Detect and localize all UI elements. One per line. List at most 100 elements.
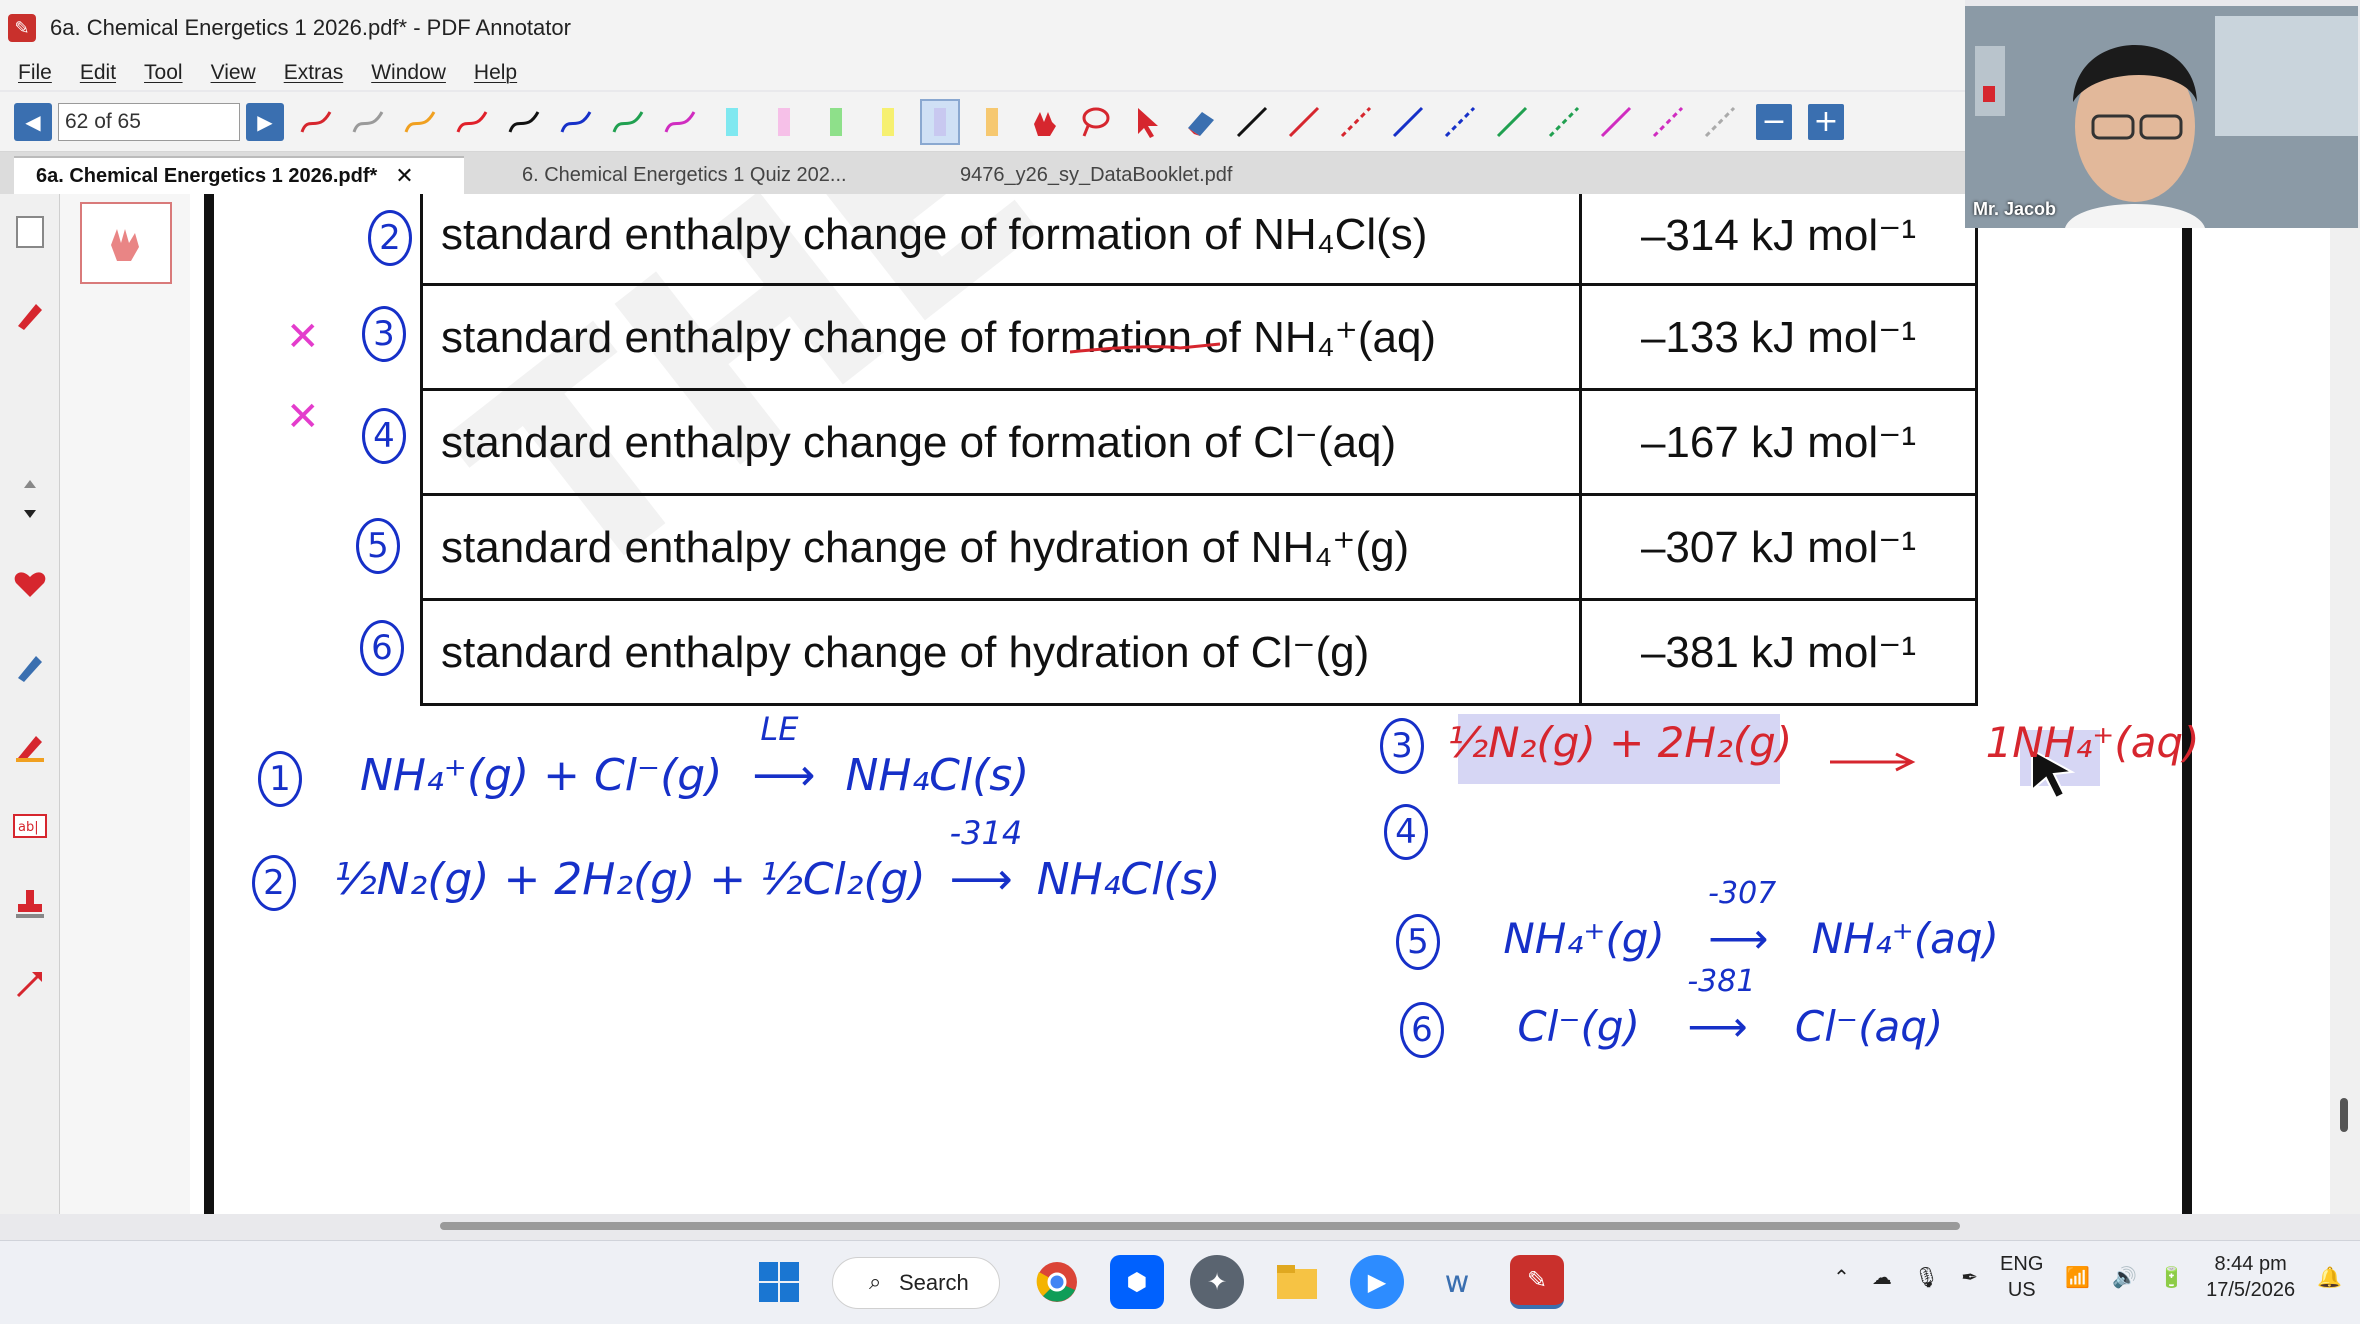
language-label: ENG: [2000, 1253, 2044, 1275]
language-indicator[interactable]: ENG US: [2000, 1251, 2043, 1303]
menu-bar: File Edit Tool View Extras Window Help: [0, 56, 1965, 90]
pen-icon[interactable]: ✒: [1961, 1265, 1978, 1289]
tab-label: 6a. Chemical Energetics 1 2026.pdf*: [36, 164, 378, 187]
page-number-input[interactable]: 62 of 65: [58, 102, 240, 141]
cloud-icon[interactable]: ☁: [1872, 1265, 1892, 1289]
ink-layer: [1069, 342, 2100, 800]
windows-start-icon[interactable]: [752, 1255, 806, 1309]
tab-quiz[interactable]: 6. Chemical Energetics 1 Quiz 202...: [500, 156, 900, 194]
eraser-icon[interactable]: [1180, 99, 1220, 145]
chrome-icon[interactable]: [1030, 1255, 1084, 1309]
pen-red-icon[interactable]: [296, 99, 336, 145]
highlighter-pink-icon[interactable]: [764, 99, 804, 145]
taskbar: ⌕ Search ⬢ ✦ ▶ w ✎ ⌃ ☁ 🎙 ✒ ENG US 📶 🔊 🔋: [0, 1240, 2360, 1324]
favorite-icon[interactable]: [10, 564, 50, 604]
clock[interactable]: 8:44 pm 17/5/2026: [2206, 1251, 2295, 1303]
taskbar-search[interactable]: ⌕ Search: [832, 1257, 1000, 1309]
microphone-icon[interactable]: 🎙: [1914, 1265, 1939, 1289]
red-underline: [1069, 342, 1221, 354]
region-label: US: [2007, 1279, 2036, 1301]
menu-edit[interactable]: Edit: [80, 61, 116, 85]
pen-red2-icon[interactable]: [452, 99, 492, 145]
lasso-icon[interactable]: [1076, 99, 1116, 145]
tab-label: 6. Chemical Energetics 1 Quiz 202...: [522, 163, 847, 186]
pen-green-icon[interactable]: [608, 99, 648, 145]
line-black-icon[interactable]: [1232, 99, 1272, 145]
chevron-up-icon[interactable]: ⌃: [1833, 1265, 1850, 1289]
line-red-icon[interactable]: [1284, 99, 1324, 145]
pen-orange-icon[interactable]: [400, 99, 440, 145]
zoom-out-button[interactable]: −: [1756, 103, 1792, 140]
zoom-in-button[interactable]: +: [1808, 103, 1844, 140]
page-view-icon[interactable]: [10, 212, 50, 252]
line-red-dashed-icon[interactable]: [1336, 99, 1376, 145]
line-green-icon[interactable]: [1492, 99, 1532, 145]
pen-magenta-icon[interactable]: [660, 99, 700, 145]
notification-icon[interactable]: 🔔: [2317, 1265, 2342, 1289]
clock-date: 17/5/2026: [2206, 1279, 2296, 1301]
app-compass-icon[interactable]: ✦: [1190, 1255, 1244, 1309]
highlighter-cyan-icon[interactable]: [712, 99, 752, 145]
close-icon[interactable]: ✕: [395, 164, 413, 189]
tab-chemical-energetics[interactable]: 6a. Chemical Energetics 1 2026.pdf* ✕: [14, 156, 464, 194]
next-page-button[interactable]: ▶: [246, 102, 284, 141]
toolbar: ◀ 62 of 65 ▶ − +: [0, 92, 1965, 152]
pen-black-icon[interactable]: [504, 99, 544, 145]
highlighter-icon[interactable]: [10, 726, 50, 766]
arrow-tool-icon[interactable]: [10, 964, 50, 1004]
pdf-annotator-taskbar-icon[interactable]: ✎: [1510, 1255, 1564, 1309]
menu-file[interactable]: File: [18, 61, 52, 85]
menu-help[interactable]: Help: [474, 61, 517, 85]
line-magenta-dashed-icon[interactable]: [1648, 99, 1688, 145]
clock-time: 8:44 pm: [2214, 1253, 2287, 1275]
text-box-icon[interactable]: ab|: [10, 806, 50, 846]
menu-view[interactable]: View: [211, 61, 256, 85]
pen-tool-icon[interactable]: [10, 294, 50, 334]
pen-blue-icon[interactable]: [556, 99, 596, 145]
hand-icon: [111, 229, 139, 261]
line-gray-dashed-icon[interactable]: [1700, 99, 1740, 145]
menu-tool[interactable]: Tool: [144, 61, 183, 85]
highlighter-orange-icon[interactable]: [972, 99, 1012, 145]
volume-icon[interactable]: 🔊: [2112, 1265, 2137, 1289]
stamp-icon[interactable]: [10, 884, 50, 924]
highlighter-lavender-icon[interactable]: [920, 98, 960, 145]
system-tray: ⌃ ☁ 🎙 ✒ ENG US 📶 🔊 🔋 8:44 pm 17/5/2026 🔔: [1833, 1251, 2342, 1303]
app-window: ✎ 6a. Chemical Energetics 1 2026.pdf* - …: [0, 0, 2360, 1324]
highlighter-yellow-icon[interactable]: [868, 99, 908, 145]
line-magenta-icon[interactable]: [1596, 99, 1636, 145]
pdf-annotator-icon: ✎: [8, 14, 36, 42]
line-green-dashed-icon[interactable]: [1544, 99, 1584, 145]
search-label: Search: [899, 1270, 969, 1295]
wifi-icon[interactable]: 📶: [2065, 1265, 2090, 1289]
webcam-video: Mr. Jacob: [1965, 6, 2358, 228]
menu-window[interactable]: Window: [371, 61, 446, 85]
scroll-down-icon[interactable]: [10, 494, 50, 534]
pen-gray-icon[interactable]: [348, 99, 388, 145]
window-title: 6a. Chemical Energetics 1 2026.pdf* - PD…: [50, 15, 571, 40]
vertical-scrollbar[interactable]: [2330, 228, 2360, 1214]
horizontal-scrollbar[interactable]: [440, 1222, 1960, 1230]
w-app-icon[interactable]: w: [1430, 1255, 1484, 1309]
equation-1: 1 NH₄⁺(g) + Cl⁻(g) LE ⟶ NH₄Cl(s): [258, 710, 1029, 807]
battery-icon[interactable]: 🔋: [2159, 1265, 2184, 1289]
select-arrow-icon[interactable]: [1128, 99, 1168, 145]
marker-icon[interactable]: [10, 646, 50, 686]
menu-extras[interactable]: Extras: [284, 61, 344, 85]
dropbox-icon[interactable]: ⬢: [1110, 1255, 1164, 1309]
page-thumbnail[interactable]: [80, 202, 172, 284]
line-blue-dashed-icon[interactable]: [1440, 99, 1480, 145]
scroll-thumb[interactable]: [2340, 1098, 2348, 1132]
pdf-page[interactable]: THE CHEMIST standard enthalpy change of …: [190, 194, 2330, 1214]
line-blue-icon[interactable]: [1388, 99, 1428, 145]
search-icon: ⌕: [869, 1270, 882, 1295]
hand-tool-icon[interactable]: [1024, 99, 1064, 145]
equation-5: 5 NH₄⁺(g) -307 ⟶ NH₄⁺(aq): [1396, 876, 1999, 970]
tab-data-booklet[interactable]: 9476_y26_sy_DataBooklet.pdf: [938, 156, 1338, 194]
highlighter-green-icon[interactable]: [816, 99, 856, 145]
zoom-icon[interactable]: ▶: [1350, 1255, 1404, 1309]
file-explorer-icon[interactable]: [1270, 1255, 1324, 1309]
svg-text:ab|: ab|: [18, 820, 39, 835]
row-number-4: 4: [362, 408, 406, 464]
previous-page-button[interactable]: ◀: [14, 102, 52, 141]
